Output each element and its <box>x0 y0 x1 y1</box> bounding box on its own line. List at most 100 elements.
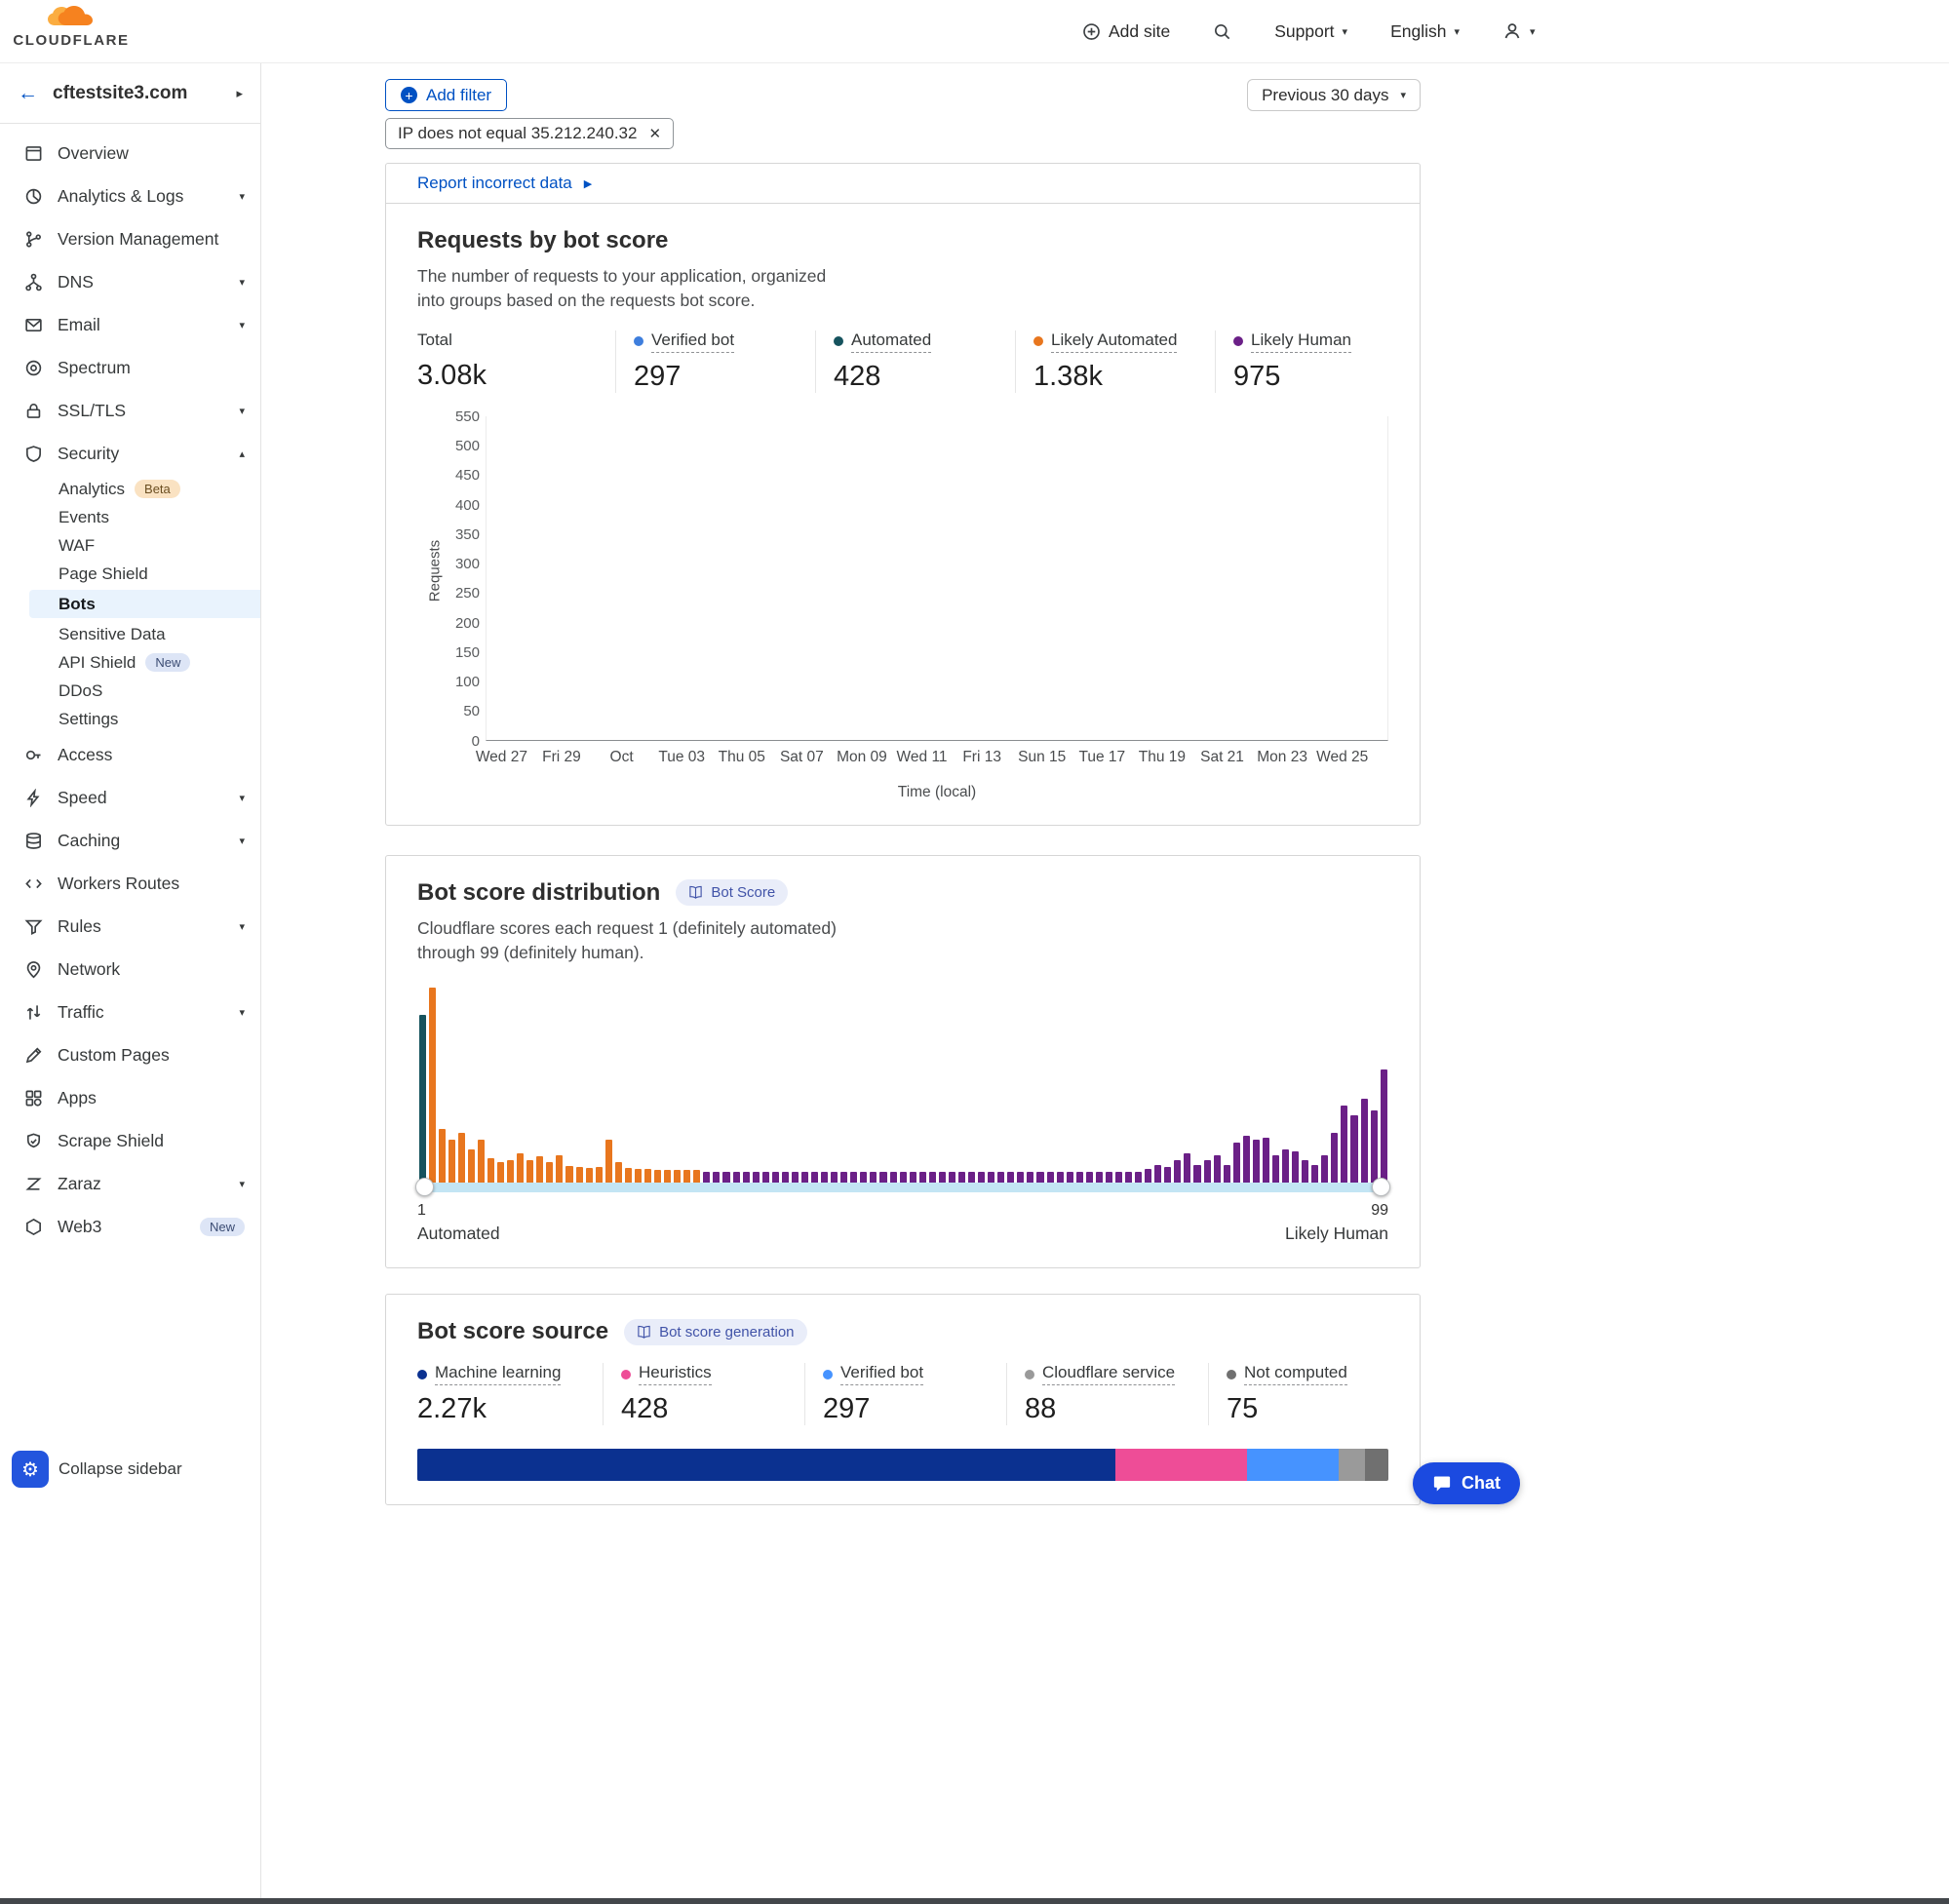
chat-button[interactable]: Chat <box>1413 1462 1520 1504</box>
sidebar-item-workers-routes[interactable]: Workers Routes <box>0 862 260 905</box>
chevron-down-icon: ▾ <box>239 835 245 847</box>
sidebar-item-version-management[interactable]: Version Management <box>0 217 260 260</box>
sidebar-item-security-page-shield[interactable]: Page Shield <box>0 560 260 588</box>
slider-max-value: 99 <box>1371 1202 1388 1220</box>
slider-handle-max[interactable] <box>1372 1178 1390 1196</box>
bot-score-source-card: Bot score source Bot score generation Ma… <box>385 1294 1421 1505</box>
support-label: Support <box>1274 21 1334 42</box>
sidebar-item-dns[interactable]: DNS ▾ <box>0 260 260 303</box>
account-menu[interactable]: ▾ <box>1502 21 1536 41</box>
dns-icon <box>23 272 43 291</box>
sidebar-item-network[interactable]: Network <box>0 948 260 991</box>
slider-max-label: Likely Human <box>1285 1224 1388 1244</box>
git-branch-icon <box>23 229 43 249</box>
add-site-button[interactable]: Add site <box>1082 21 1170 42</box>
play-arrow-icon: ▶ <box>584 177 592 190</box>
site-name: cftestsite3.com <box>53 83 236 104</box>
requests-chart-plot: Wed 27Fri 29OctTue 03Thu 05Sat 07Mon 09W… <box>486 416 1388 741</box>
sidebar-item-spectrum[interactable]: Spectrum <box>0 346 260 389</box>
sidebar-item-security-api-shield[interactable]: API Shield New <box>0 648 260 677</box>
chevron-up-icon: ▴ <box>239 447 245 460</box>
cloudflare-cloud-icon <box>41 4 101 31</box>
sidebar-item-ssl-tls[interactable]: SSL/TLS ▾ <box>0 389 260 432</box>
sidebar-item-web3[interactable]: Web3 New <box>0 1205 260 1248</box>
close-icon[interactable]: ✕ <box>648 125 661 142</box>
add-site-plus-icon <box>1082 22 1101 41</box>
stat-verified-bot-source: Verified bot 297 <box>804 1363 1006 1425</box>
sidebar-item-rules[interactable]: Rules ▾ <box>0 905 260 948</box>
chevron-down-icon: ▾ <box>239 792 245 804</box>
chevron-down-icon: ▾ <box>239 190 245 203</box>
stat-likely-automated: Likely Automated 1.38k <box>1015 330 1215 393</box>
stat-not-computed: Not computed 75 <box>1208 1363 1410 1425</box>
sidebar-item-scrape-shield[interactable]: Scrape Shield <box>0 1119 260 1162</box>
legend-dot <box>823 1370 833 1379</box>
card-title: Requests by bot score <box>417 227 1388 254</box>
stat-cloudflare-service: Cloudflare service 88 <box>1006 1363 1208 1425</box>
legend-dot <box>621 1370 631 1379</box>
legend-dot <box>1227 1370 1236 1379</box>
apps-grid-icon <box>23 1088 43 1107</box>
sidebar-item-email[interactable]: Email ▾ <box>0 303 260 346</box>
requests-chart-yticks: 050100150200250300350400450500550 <box>443 416 480 741</box>
sidebar-item-security-analytics[interactable]: Analytics Beta <box>0 475 260 503</box>
settings-gear-button[interactable]: ⚙ <box>12 1451 49 1488</box>
language-label: English <box>1390 21 1446 42</box>
add-filter-button[interactable]: + Add filter <box>385 79 507 111</box>
sidebar-item-analytics-logs[interactable]: Analytics & Logs ▾ <box>0 175 260 217</box>
sidebar-item-caching[interactable]: Caching ▾ <box>0 819 260 862</box>
sidebar-item-security-events[interactable]: Events <box>0 503 260 531</box>
bot-score-slider[interactable] <box>417 1183 1388 1192</box>
stat-verified-bot: Verified bot 297 <box>615 330 815 393</box>
search-button[interactable] <box>1213 22 1231 41</box>
chevron-right-icon[interactable]: ▸ <box>236 86 243 101</box>
legend-dot <box>417 1370 427 1379</box>
sidebar-item-custom-pages[interactable]: Custom Pages <box>0 1033 260 1076</box>
chevron-down-icon: ▾ <box>239 276 245 289</box>
cloudflare-logo[interactable]: CLOUDFLARE <box>14 4 129 49</box>
email-icon <box>23 315 43 334</box>
shield-check-icon <box>23 1131 43 1150</box>
chevron-down-icon: ▾ <box>1400 89 1406 101</box>
bot-score-distribution-card: Bot score distribution Bot Score Cloudfl… <box>385 855 1421 1269</box>
chevron-down-icon: ▾ <box>1343 25 1348 38</box>
stat-total: Total 3.08k <box>417 330 615 393</box>
support-menu[interactable]: Support ▾ <box>1274 21 1347 42</box>
sidebar-item-speed[interactable]: Speed ▾ <box>0 776 260 819</box>
sidebar-item-security-waf[interactable]: WAF <box>0 531 260 560</box>
sidebar-item-zaraz[interactable]: Zaraz ▾ <box>0 1162 260 1205</box>
back-arrow-icon[interactable]: ← <box>18 82 38 105</box>
requests-stats-row: Total 3.08k Verified bot 297 <box>417 330 1388 393</box>
bot-score-badge[interactable]: Bot Score <box>676 879 788 906</box>
book-icon <box>637 1325 651 1340</box>
report-incorrect-data-link[interactable]: Report incorrect data <box>417 174 572 193</box>
sidebar-item-traffic[interactable]: Traffic ▾ <box>0 991 260 1033</box>
chevron-down-icon: ▾ <box>239 920 245 933</box>
sidebar-item-apps[interactable]: Apps <box>0 1076 260 1119</box>
lightning-icon <box>23 788 43 807</box>
language-menu[interactable]: English ▾ <box>1390 21 1460 42</box>
slider-handle-min[interactable] <box>415 1178 434 1196</box>
topbar: CLOUDFLARE Add site Support ▾ English ▾ … <box>0 0 1949 63</box>
cloudflare-wordmark: CLOUDFLARE <box>13 32 129 49</box>
y-axis-label: Requests <box>427 531 444 609</box>
stat-total-value: 3.08k <box>417 360 615 392</box>
chat-icon <box>1432 1474 1452 1494</box>
topbar-actions: Add site Support ▾ English ▾ ▾ <box>1082 0 1536 62</box>
sidebar-item-security-bots[interactable]: Bots <box>29 590 260 618</box>
sidebar-item-security-settings[interactable]: Settings <box>0 705 260 733</box>
sidebar-item-overview[interactable]: Overview <box>0 132 260 175</box>
sidebar-footer: ⚙ Collapse sidebar <box>12 1451 182 1488</box>
bot-score-generation-badge[interactable]: Bot score generation <box>624 1319 806 1345</box>
sidebar-item-security-ddos[interactable]: DDoS <box>0 677 260 705</box>
filter-chip-text: IP does not equal 35.212.240.32 <box>398 124 637 143</box>
sidebar-item-security[interactable]: Security ▴ <box>0 432 260 475</box>
collapse-sidebar-button[interactable]: Collapse sidebar <box>58 1459 182 1479</box>
sidebar-item-access[interactable]: Access <box>0 733 260 776</box>
date-range-button[interactable]: Previous 30 days ▾ <box>1247 79 1421 111</box>
sidebar-item-security-sensitive-data[interactable]: Sensitive Data <box>0 620 260 648</box>
chevron-down-icon: ▾ <box>239 405 245 417</box>
legend-dot <box>1033 336 1043 346</box>
chevron-down-icon: ▾ <box>1530 25 1536 38</box>
source-bar-segment <box>1365 1449 1388 1481</box>
